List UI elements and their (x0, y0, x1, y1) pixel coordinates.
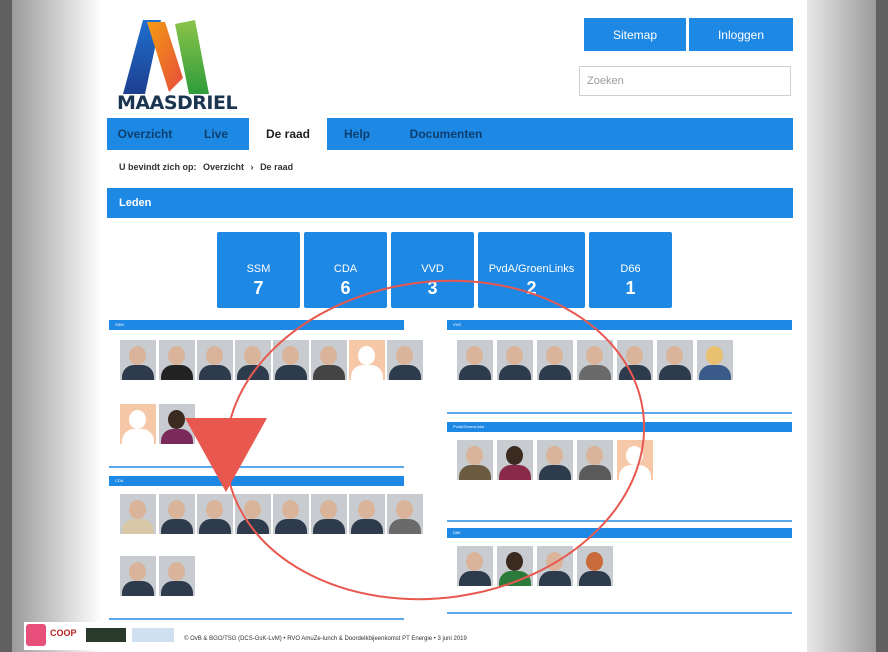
annotation-overlay (185, 279, 646, 601)
sponsor-logo-icon (26, 624, 46, 646)
partner-logo-icon (132, 628, 174, 642)
coop-logo-text: COOP (50, 628, 77, 638)
webpage: MAASDRIEL Sitemap Inloggen Zoeken Overzi… (107, 0, 807, 652)
footer-text: © OvB & BGO/TSG (DCS-GsK-LvM) • RVO AmuZ… (184, 636, 467, 642)
partner-logo-icon (86, 628, 126, 642)
annotation-circle (224, 279, 646, 601)
slide-background: MAASDRIEL Sitemap Inloggen Zoeken Overzi… (12, 0, 876, 652)
footer-bar: COOP © OvB & BGO/TSG (DCS-GsK-LvM) • RVO… (24, 622, 564, 650)
annotation-arrow-icon (185, 418, 267, 492)
